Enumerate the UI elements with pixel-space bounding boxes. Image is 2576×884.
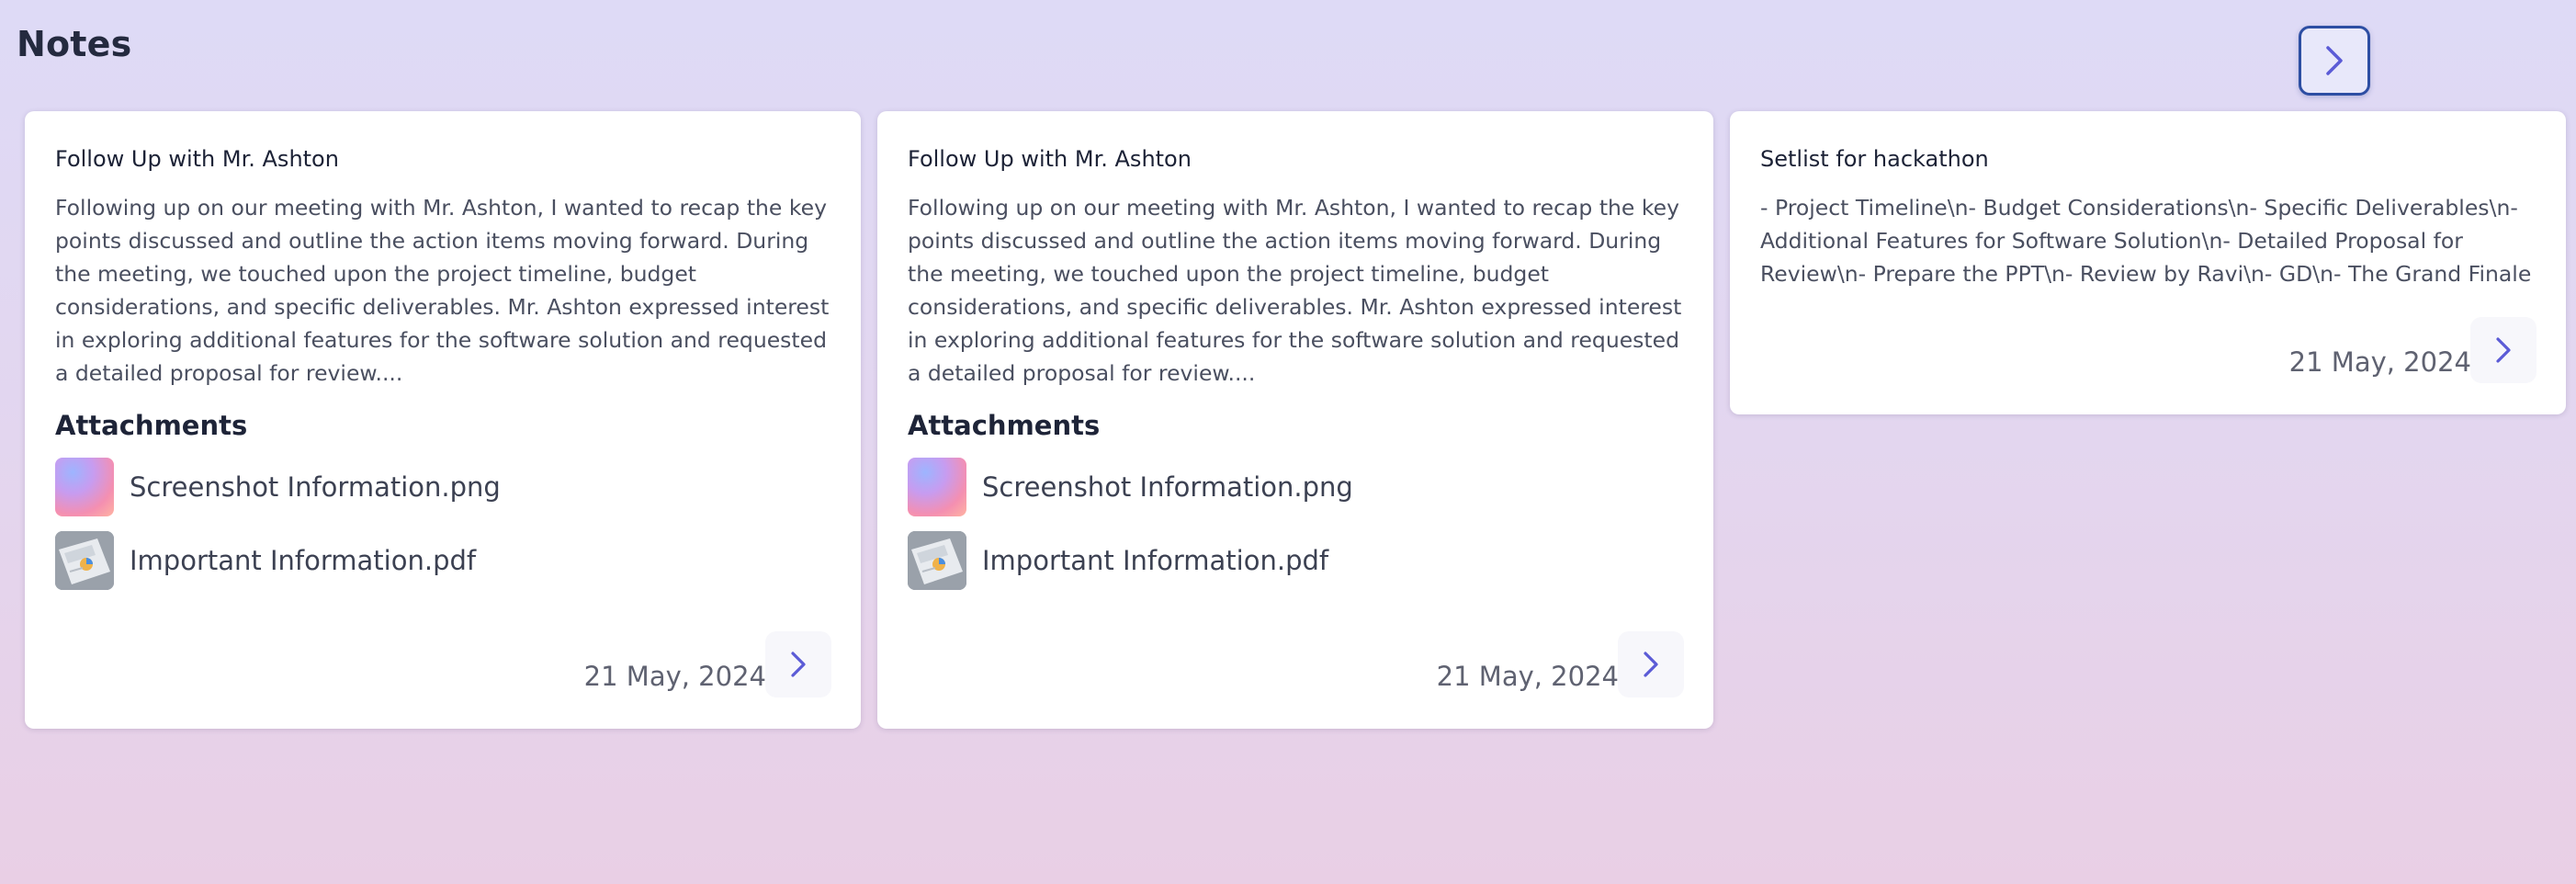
attachment-item[interactable]: Important Information.pdf	[908, 530, 1683, 590]
document-thumbnail-icon	[908, 530, 966, 590]
attachment-name: Important Information.pdf	[982, 544, 1329, 576]
attachment-item[interactable]: Important Information.pdf	[55, 530, 830, 590]
note-body: Following up on our meeting with Mr. Ash…	[908, 194, 1682, 386]
note-card[interactable]: Follow Up with Mr. Ashton Following up o…	[877, 111, 1713, 729]
note-body: - Project Timeline\n- Budget Considerati…	[1760, 194, 2532, 287]
note-date: 21 May, 2024	[583, 661, 766, 692]
attachments-section: Attachments Screenshot Information.png I…	[55, 410, 830, 590]
attachments-heading: Attachments	[908, 409, 1101, 441]
note-card[interactable]: Follow Up with Mr. Ashton Following up o…	[25, 111, 861, 729]
chevron-right-icon	[791, 652, 806, 677]
attachment-name: Screenshot Information.png	[130, 470, 501, 503]
note-body: Following up on our meeting with Mr. Ash…	[55, 194, 830, 386]
image-thumbnail-icon	[55, 457, 114, 516]
attachments-section: Attachments Screenshot Information.png I…	[908, 410, 1683, 590]
attachment-name: Important Information.pdf	[130, 544, 477, 576]
chevron-right-icon	[2496, 337, 2511, 363]
attachment-item[interactable]: Screenshot Information.png	[908, 457, 1683, 516]
open-note-button[interactable]	[1618, 631, 1684, 697]
note-date: 21 May, 2024	[1436, 661, 1619, 692]
chevron-right-icon	[1644, 652, 1658, 677]
attachment-name: Screenshot Information.png	[982, 470, 1353, 503]
chevron-right-icon	[2326, 46, 2343, 75]
note-title: Follow Up with Mr. Ashton	[908, 146, 1192, 172]
document-thumbnail-icon	[55, 530, 114, 590]
image-thumbnail-icon	[908, 457, 966, 516]
page-title: Notes	[17, 24, 132, 64]
note-title: Follow Up with Mr. Ashton	[55, 146, 339, 172]
open-note-button[interactable]	[2470, 317, 2536, 383]
open-note-button[interactable]	[765, 631, 831, 697]
attachment-item[interactable]: Screenshot Information.png	[55, 457, 830, 516]
note-title: Setlist for hackathon	[1760, 146, 1989, 172]
note-date: 21 May, 2024	[2288, 346, 2471, 378]
next-page-button[interactable]	[2299, 26, 2370, 96]
attachments-heading: Attachments	[55, 409, 248, 441]
note-card[interactable]: Setlist for hackathon - Project Timeline…	[1730, 111, 2566, 414]
